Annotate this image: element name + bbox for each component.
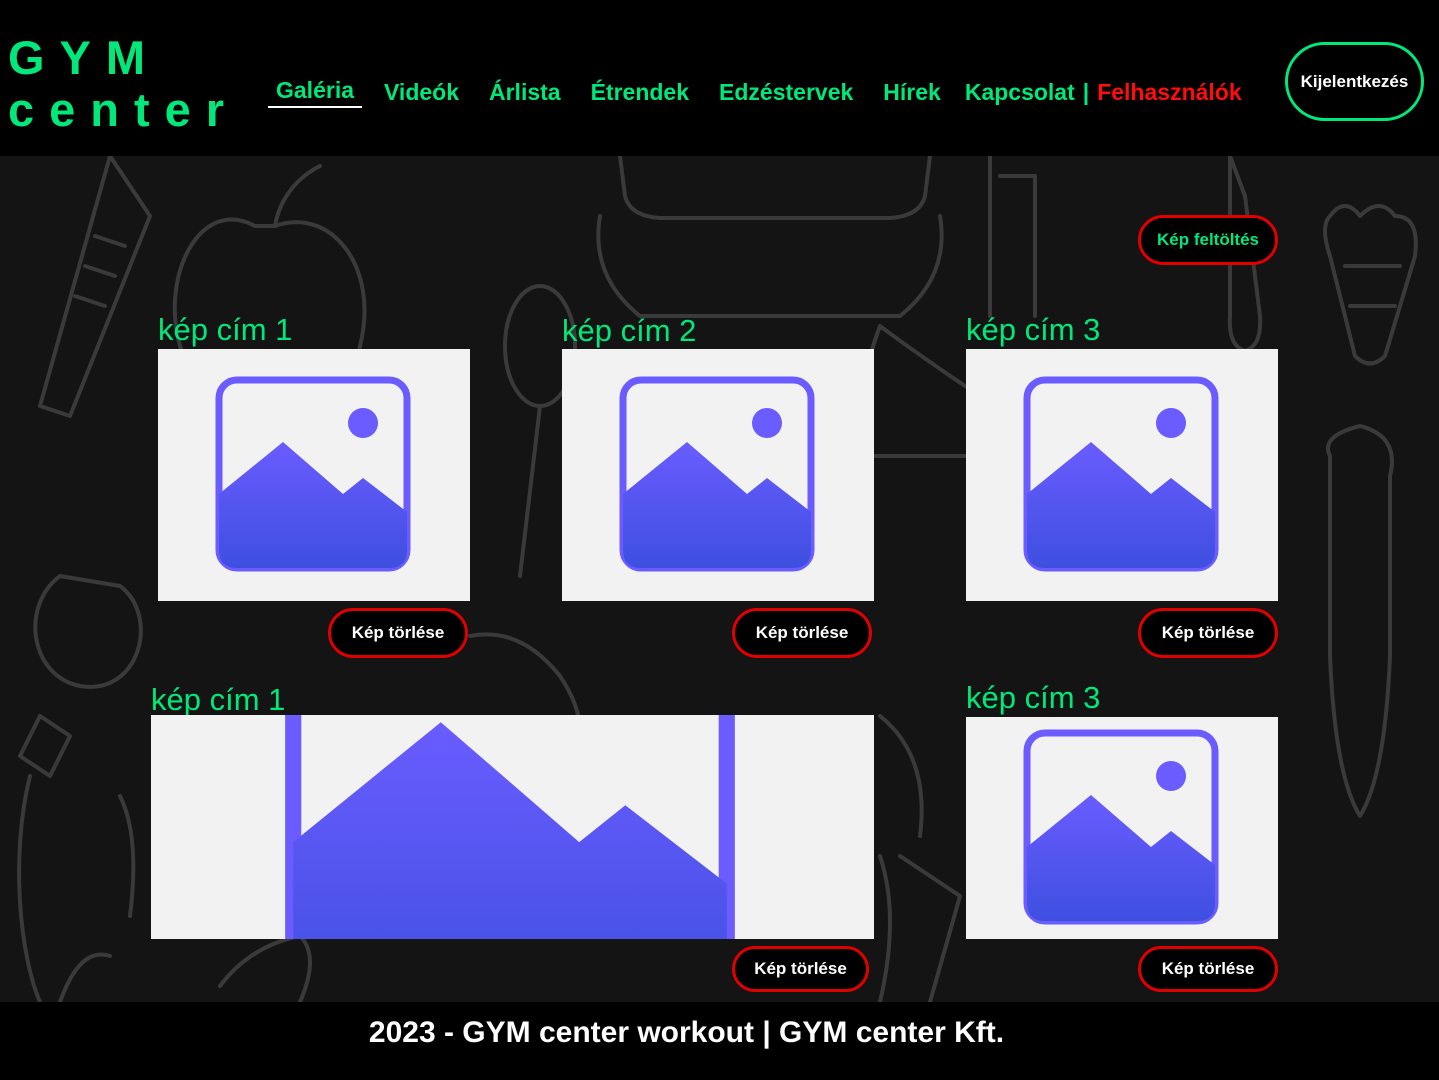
image-placeholder-icon (215, 376, 411, 572)
delete-image-button[interactable]: Kép törlése (1138, 608, 1278, 658)
site-logo[interactable]: GYM center (8, 32, 239, 136)
delete-image-button[interactable]: Kép törlése (1138, 946, 1278, 992)
card-image[interactable] (158, 349, 470, 601)
card-image[interactable] (151, 715, 874, 939)
delete-image-button[interactable]: Kép törlése (328, 608, 468, 658)
nav-item-hirek[interactable]: Hírek (883, 79, 941, 106)
top-header: GYM center Galéria Videók Árlista Étrend… (0, 0, 1439, 156)
nav-item-galeria[interactable]: Galéria (268, 77, 362, 108)
card-title: kép cím 2 (562, 313, 697, 348)
nav-item-etrendek[interactable]: Étrendek (591, 79, 689, 106)
nav-item-videok[interactable]: Videók (384, 79, 459, 106)
card-title: kép cím 3 (966, 680, 1101, 715)
main-nav: Galéria Videók Árlista Étrendek Edzéster… (268, 76, 1242, 108)
card-image[interactable] (562, 349, 874, 601)
logo-line-1: GYM (8, 31, 161, 84)
logo-line-2: center (8, 83, 240, 136)
card-title: kép cím 1 (158, 312, 293, 347)
card-title: kép cím 1 (151, 682, 286, 717)
nav-item-kapcsolat[interactable]: Kapcsolat (965, 79, 1075, 106)
image-placeholder-icon (285, 715, 735, 939)
card-title: kép cím 3 (966, 312, 1101, 347)
image-placeholder-icon (619, 376, 815, 572)
upload-image-button[interactable]: Kép feltöltés (1138, 215, 1278, 265)
card-image[interactable] (966, 717, 1278, 939)
delete-image-button[interactable]: Kép törlése (732, 608, 872, 658)
nav-separator: | (1082, 78, 1090, 105)
nav-item-felhasznalok[interactable]: Felhasználók (1097, 79, 1241, 106)
image-placeholder-icon (1023, 729, 1219, 925)
page-footer: 2023 - GYM center workout | GYM center K… (0, 1002, 1439, 1080)
footer-text: 2023 - GYM center workout | GYM center K… (368, 1016, 1005, 1049)
logout-button[interactable]: Kijelentkezés (1285, 42, 1424, 121)
card-image[interactable] (966, 349, 1278, 601)
nav-item-edzestervek[interactable]: Edzéstervek (719, 79, 853, 106)
image-placeholder-icon (1023, 376, 1219, 572)
gallery-page: GYM center Galéria Videók Árlista Étrend… (0, 0, 1439, 1080)
nav-item-arlista[interactable]: Árlista (489, 79, 561, 106)
delete-image-button[interactable]: Kép törlése (732, 946, 869, 992)
